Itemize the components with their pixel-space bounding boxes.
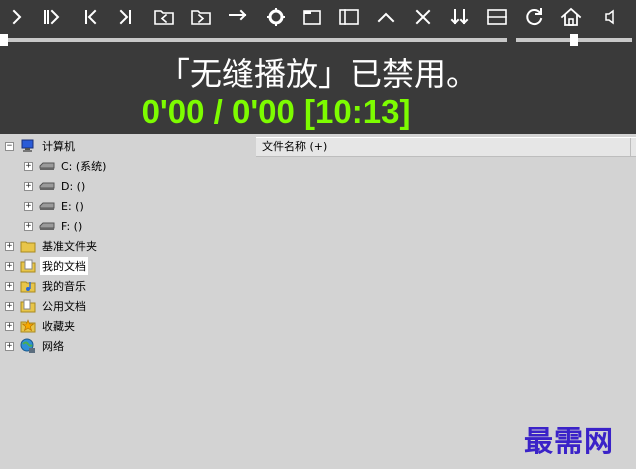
sidebar-icon[interactable] (336, 4, 362, 30)
tree-item-label: E: () (61, 199, 84, 213)
folder-icon (20, 238, 36, 254)
volume-icon[interactable] (596, 4, 622, 30)
network-icon (20, 338, 36, 354)
expand-icon[interactable]: + (5, 241, 14, 251)
tree-item-network[interactable]: + 网络 (5, 336, 66, 356)
tree-item-label: 网络 (42, 340, 64, 353)
watermark: 最需网 (524, 424, 615, 458)
favorites-icon (20, 318, 36, 334)
home-icon[interactable] (558, 4, 584, 30)
refresh-icon[interactable] (521, 4, 547, 30)
folder-forward-icon[interactable] (188, 4, 214, 30)
play-pause-icon[interactable] (38, 4, 64, 30)
tree-item-label: F: () (61, 219, 83, 233)
seek-handle[interactable] (0, 34, 8, 46)
tree-item-label: 我的文档 (40, 257, 88, 275)
tree-item-label: 我的音乐 (42, 280, 86, 293)
drive-icon (39, 158, 55, 174)
play-icon[interactable] (4, 4, 30, 30)
folder-tree: − 计算机 + C: (系统) + D: () + E: () + F: () (0, 136, 256, 469)
collapse-icon[interactable]: − (5, 141, 14, 151)
window-icon[interactable] (299, 4, 325, 30)
drive-icon (39, 198, 55, 214)
tree-item-my-music[interactable]: + 我的音乐 (5, 276, 88, 296)
tree-item-label: 收藏夹 (42, 320, 75, 333)
folder-back-icon[interactable] (151, 4, 177, 30)
tree-item-label: 公用文档 (42, 300, 86, 313)
sort-down-icon[interactable] (447, 4, 473, 30)
tree-item-label: 计算机 (42, 140, 75, 153)
split-icon[interactable] (484, 4, 510, 30)
file-list-header: 文件名称 (+) (256, 137, 636, 157)
drive-icon (39, 218, 55, 234)
expand-icon[interactable]: + (24, 221, 33, 231)
documents-folder-icon (20, 258, 36, 274)
expand-icon[interactable]: + (5, 301, 14, 311)
tree-item-drive-d[interactable]: + D: () (24, 176, 87, 196)
close-icon[interactable] (410, 4, 436, 30)
tree-item-drive-f[interactable]: + F: () (24, 216, 84, 236)
tree-item-my-documents[interactable]: + 我的文档 (5, 256, 88, 276)
gear-icon[interactable] (263, 4, 289, 30)
tree-item-label: 基准文件夹 (42, 240, 97, 253)
public-folder-icon (20, 298, 36, 314)
column-header-filename[interactable]: 文件名称 (+) (256, 138, 631, 156)
expand-icon[interactable]: + (24, 201, 33, 211)
volume-handle[interactable] (570, 34, 578, 46)
computer-icon (20, 138, 36, 154)
expand-icon[interactable]: + (5, 341, 14, 351)
drive-icon (39, 178, 55, 194)
expand-icon[interactable]: + (24, 161, 33, 171)
tree-item-drive-e[interactable]: + E: () (24, 196, 86, 216)
expand-icon[interactable]: + (24, 181, 33, 191)
tree-item-label: D: () (61, 179, 86, 193)
tree-item-drive-c[interactable]: + C: (系统) (24, 156, 108, 176)
time-display: 0'00 / 0'00 [10:13] (141, 93, 411, 130)
expand-icon[interactable]: + (5, 281, 14, 291)
tree-item-public-documents[interactable]: + 公用文档 (5, 296, 88, 316)
chevron-up-icon[interactable] (373, 4, 399, 30)
tree-item-computer[interactable]: − 计算机 (5, 136, 77, 156)
player-panel: 「无缝播放」已禁用。 0'00 / 0'00 [10:13] (0, 0, 636, 134)
seek-bar[interactable] (0, 38, 507, 42)
expand-icon[interactable]: + (5, 321, 14, 331)
arrow-right-icon[interactable] (225, 4, 251, 30)
next-icon[interactable] (112, 4, 138, 30)
expand-icon[interactable]: + (5, 261, 14, 271)
tree-item-label: C: (系统) (61, 160, 107, 173)
tree-item-favorites[interactable]: + 收藏夹 (5, 316, 77, 336)
previous-icon[interactable] (78, 4, 104, 30)
tree-item-base-folder[interactable]: + 基准文件夹 (5, 236, 99, 256)
toolbar (0, 0, 636, 34)
music-folder-icon (20, 278, 36, 294)
